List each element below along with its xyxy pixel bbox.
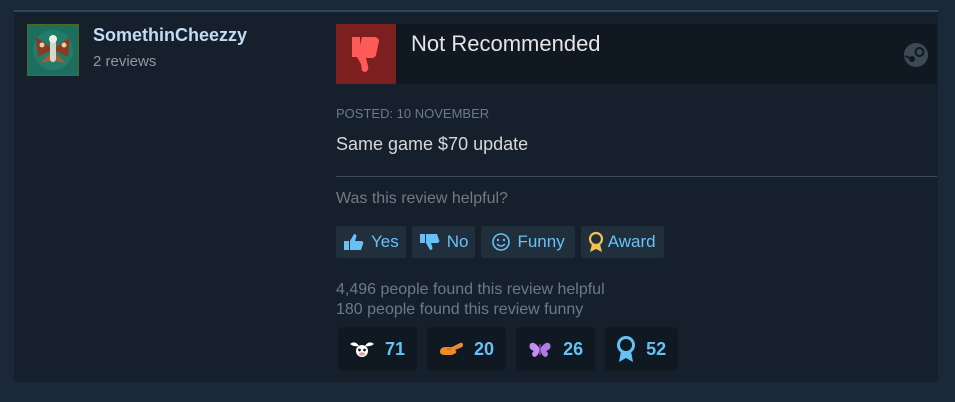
- hand-pointing-icon: [440, 342, 464, 355]
- award-ribbon-icon: [588, 231, 603, 252]
- award-button[interactable]: Award: [580, 226, 664, 258]
- vote-funny-label: Funny: [517, 232, 565, 251]
- award-label: Award: [607, 232, 656, 251]
- helpful-question: Was this review helpful?: [336, 190, 508, 207]
- ribbon-medal-icon: [617, 336, 636, 362]
- award-count: 20: [474, 338, 495, 359]
- award-item[interactable]: 52: [605, 327, 679, 371]
- found-funny-text: 180 people found this review funny: [336, 301, 584, 318]
- award-item[interactable]: 71: [338, 327, 418, 371]
- award-count: 71: [385, 338, 406, 359]
- award-item[interactable]: 20: [427, 327, 507, 371]
- posted-date: POSTED: 10 NOVEMBER: [336, 106, 490, 121]
- review-content: Same game $70 update: [336, 134, 529, 154]
- award-list: 71 20 26 52: [338, 327, 679, 371]
- thumbs-down-icon: [419, 234, 440, 250]
- vote-no-button[interactable]: No: [411, 226, 476, 258]
- butterfly-icon: [529, 342, 551, 357]
- winged-cow-icon: [350, 342, 374, 357]
- verdict-title: Not Recommended: [411, 31, 601, 56]
- review-verdict-header[interactable]: Not Recommended: [336, 24, 937, 84]
- award-item[interactable]: 26: [516, 327, 596, 371]
- thumbs-down-icon: [352, 37, 379, 72]
- reviewer-review-count[interactable]: 2 reviews: [93, 53, 156, 70]
- award-count: 52: [646, 338, 667, 359]
- smiley-icon: [492, 233, 511, 251]
- vote-yes-button[interactable]: Yes: [336, 226, 406, 258]
- vote-yes-label: Yes: [371, 232, 399, 251]
- steam-logo-icon: [904, 43, 928, 67]
- thumbs-down-badge: [336, 24, 396, 84]
- reviewer-username[interactable]: SomethinCheezzy: [93, 25, 247, 46]
- thumbs-up-icon: [344, 234, 364, 250]
- review-card: SomethinCheezzy 2 reviews Not Recommende…: [14, 10, 938, 382]
- found-helpful-text: 4,496 people found this review helpful: [336, 281, 605, 298]
- found-counts: 4,496 people found this review helpful 1…: [336, 280, 605, 320]
- divider: [336, 176, 937, 177]
- vote-funny-button[interactable]: Funny: [481, 226, 575, 258]
- award-count: 26: [563, 338, 584, 359]
- reviewer-avatar[interactable]: [27, 24, 79, 76]
- vote-buttons: Yes No Funny Award: [336, 226, 664, 258]
- vote-no-label: No: [446, 232, 469, 251]
